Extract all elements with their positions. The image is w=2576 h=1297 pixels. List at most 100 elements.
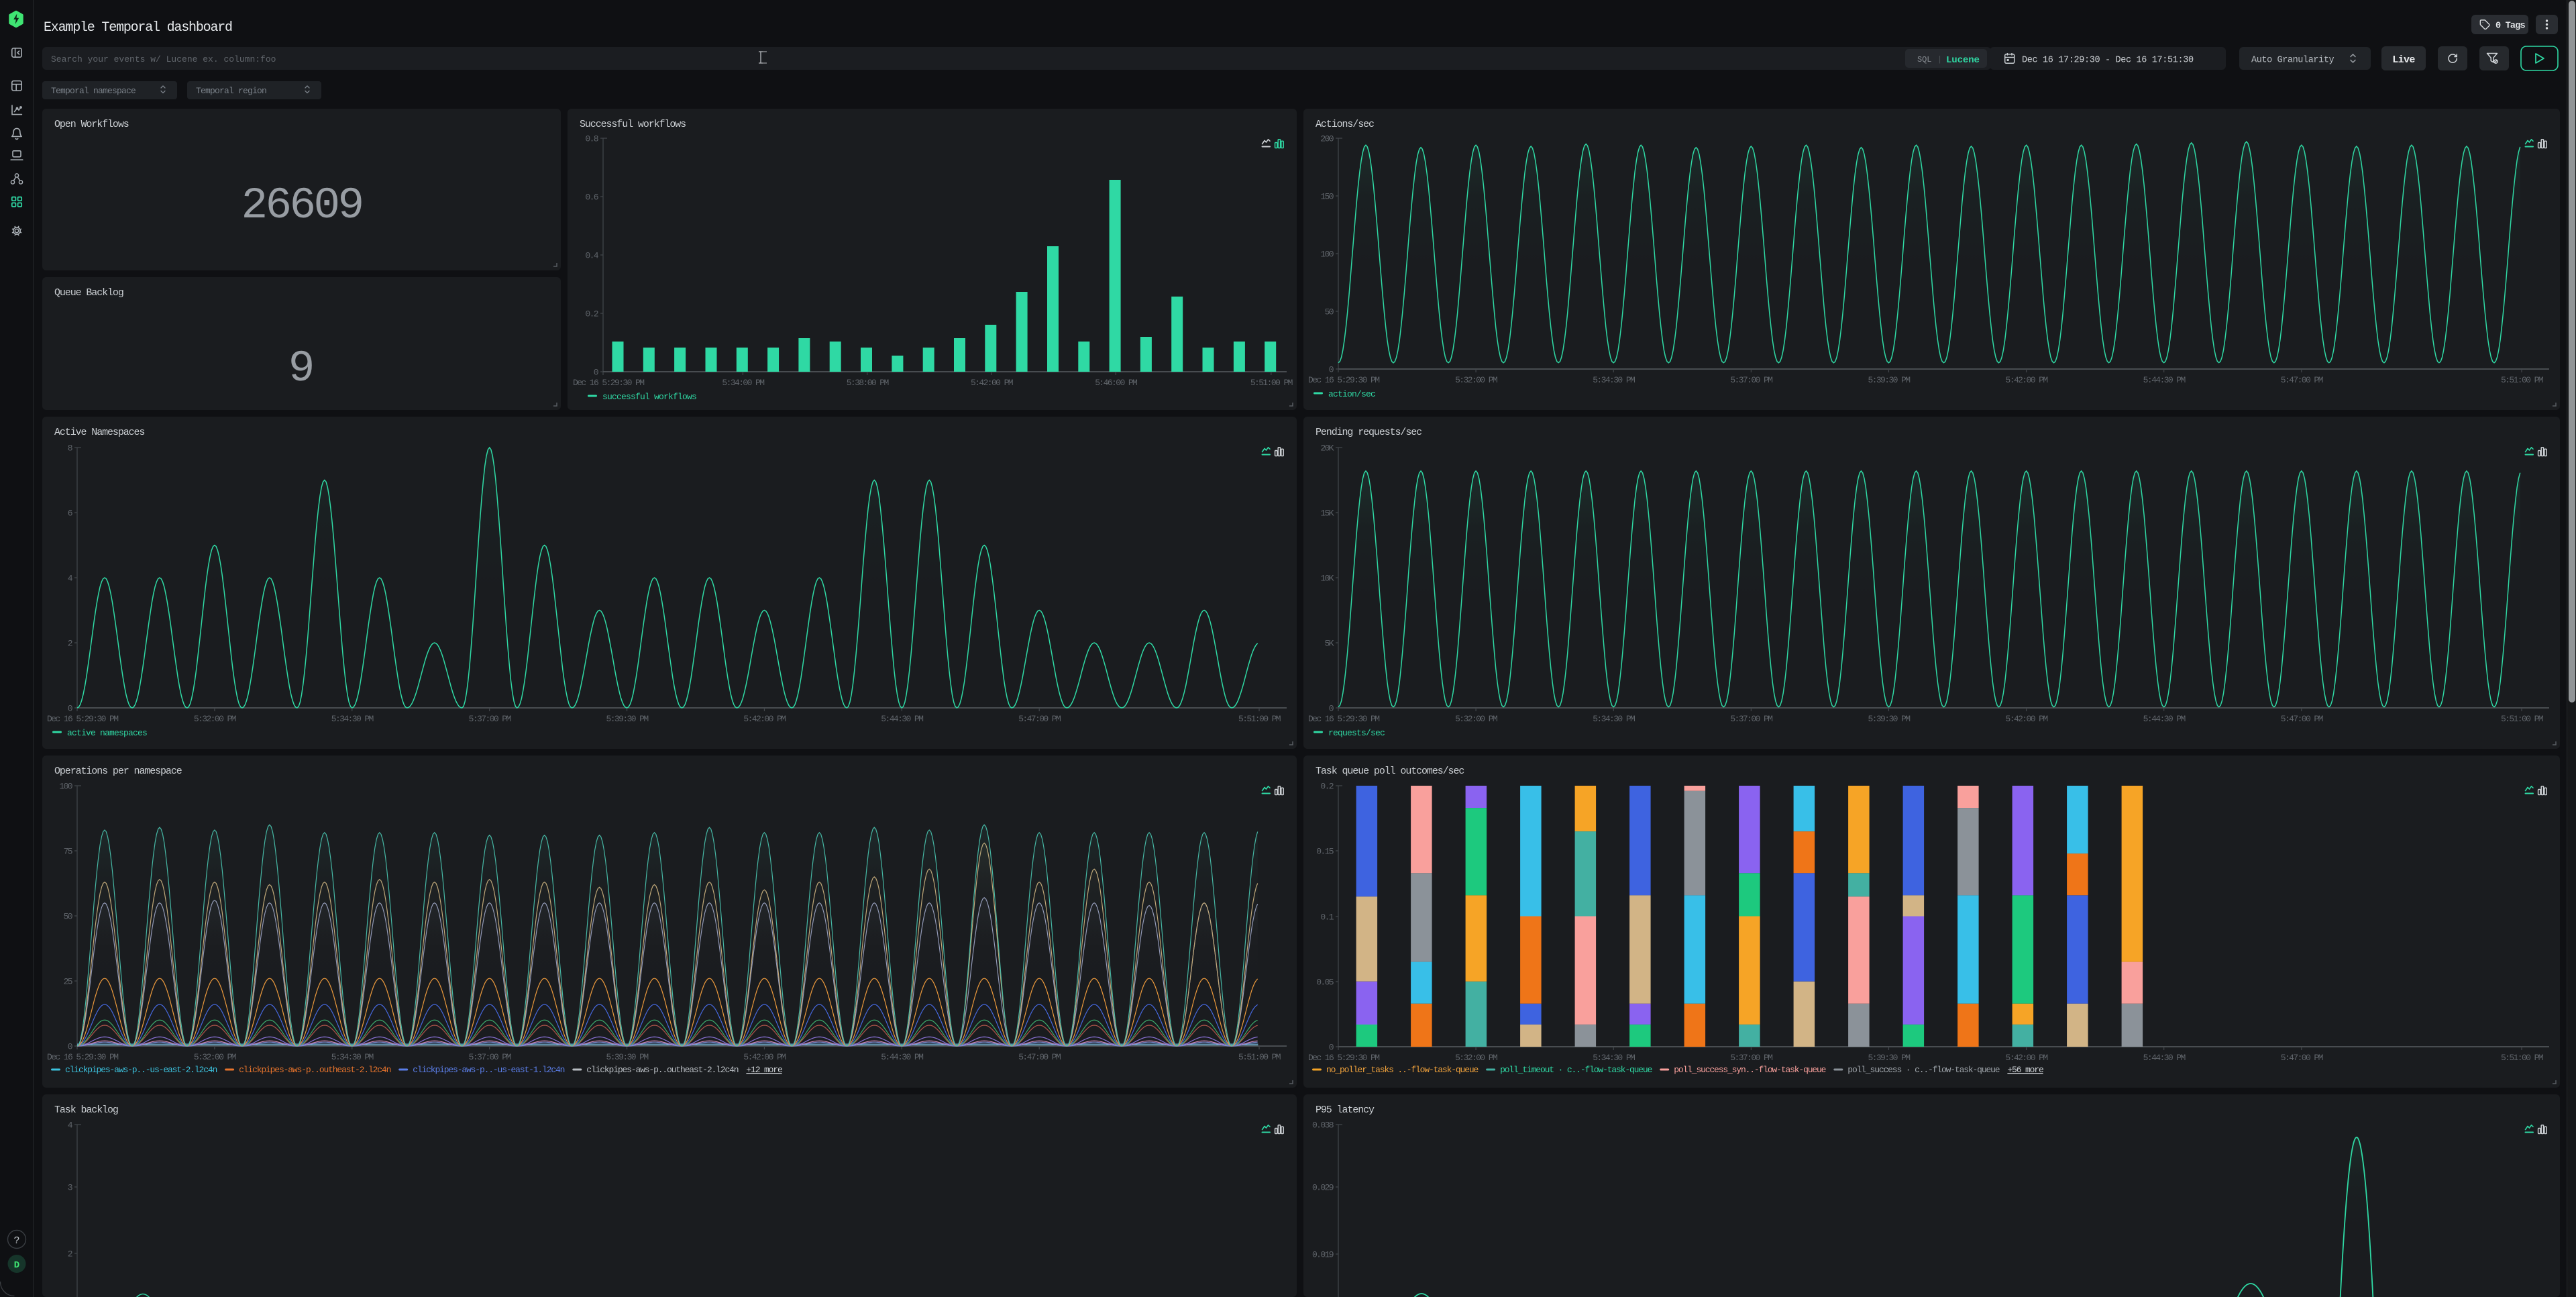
svg-text:clickpipes-aws-p..outheast-2.l: clickpipes-aws-p..outheast-2.l2c4n	[586, 1065, 738, 1075]
svg-text:5:44:30 PM: 5:44:30 PM	[881, 1052, 923, 1062]
svg-text:5K: 5K	[1325, 639, 1334, 649]
svg-text:0.1: 0.1	[1320, 913, 1334, 923]
svg-text:poll_success_syn..-flow-task-q: poll_success_syn..-flow-task-queue	[1674, 1065, 1825, 1075]
svg-text:5:32:00 PM: 5:32:00 PM	[1455, 714, 1497, 724]
svg-text:50: 50	[64, 912, 72, 922]
svg-text:8: 8	[68, 444, 72, 454]
svg-text:Dec 16 17:29:30 - Dec 16 17:51: Dec 16 17:29:30 - Dec 16 17:51:30	[2022, 56, 2194, 66]
svg-text:0.8: 0.8	[585, 134, 598, 144]
svg-text:20K: 20K	[1320, 444, 1334, 454]
svg-text:5:47:00 PM: 5:47:00 PM	[2281, 375, 2323, 385]
svg-text:Queue Backlog: Queue Backlog	[54, 287, 123, 299]
svg-text:5:44:30 PM: 5:44:30 PM	[2143, 714, 2186, 724]
svg-text:0: 0	[1329, 365, 1334, 375]
svg-text:3: 3	[68, 1183, 72, 1193]
svg-text:?: ?	[13, 1235, 19, 1247]
svg-text:5:37:00 PM: 5:37:00 PM	[469, 714, 511, 724]
svg-text:Search your events w/ Lucene e: Search your events w/ Lucene ex. column:…	[51, 54, 276, 64]
svg-text:no_poller_tasks ..-flow-task-q: no_poller_tasks ..-flow-task-queue	[1326, 1065, 1478, 1075]
svg-text:5:42:00 PM: 5:42:00 PM	[2006, 375, 2048, 385]
svg-text:Auto Granularity: Auto Granularity	[2251, 56, 2334, 66]
svg-text:5:37:00 PM: 5:37:00 PM	[469, 1052, 511, 1062]
svg-text:poll_success · c..-flow-task-q: poll_success · c..-flow-task-queue	[1847, 1065, 1999, 1075]
svg-text:0.019: 0.019	[1312, 1250, 1334, 1260]
svg-text:Open Workflows: Open Workflows	[54, 119, 129, 130]
svg-text:+12 more: +12 more	[746, 1065, 782, 1075]
svg-text:200: 200	[1320, 134, 1333, 144]
svg-text:Temporal namespace: Temporal namespace	[51, 86, 136, 96]
svg-text:Dec 16 5:29:30 PM: Dec 16 5:29:30 PM	[1308, 1053, 1379, 1063]
svg-text:5:34:30 PM: 5:34:30 PM	[1593, 1053, 1635, 1063]
svg-text:0.4: 0.4	[585, 251, 598, 261]
svg-text:clickpipes-aws-p..-us-east-2.l: clickpipes-aws-p..-us-east-2.l2c4n	[65, 1065, 217, 1075]
svg-text:0: 0	[1329, 1043, 1334, 1053]
svg-text:P95 latency: P95 latency	[1316, 1104, 1375, 1116]
svg-text:5:44:30 PM: 5:44:30 PM	[881, 714, 923, 724]
svg-text:5:42:00 PM: 5:42:00 PM	[2006, 1053, 2048, 1063]
svg-text:150: 150	[1320, 192, 1333, 202]
svg-text:100: 100	[59, 782, 72, 792]
svg-text:Dec 16 5:29:30 PM: Dec 16 5:29:30 PM	[1308, 714, 1379, 724]
svg-text:+56 more: +56 more	[2007, 1065, 2043, 1075]
svg-text:0.029: 0.029	[1312, 1183, 1334, 1193]
svg-text:Lucene: Lucene	[1946, 55, 1980, 66]
svg-text:5:51:00 PM: 5:51:00 PM	[1238, 714, 1281, 724]
svg-text:5:39:30 PM: 5:39:30 PM	[606, 714, 649, 724]
svg-text:25: 25	[64, 977, 72, 987]
svg-text:Successful workflows: Successful workflows	[580, 119, 686, 130]
svg-text:5:34:30 PM: 5:34:30 PM	[1593, 375, 1635, 385]
svg-text:5:51:00 PM: 5:51:00 PM	[2501, 375, 2543, 385]
svg-text:5:39:30 PM: 5:39:30 PM	[1868, 714, 1910, 724]
svg-text:Pending requests/sec: Pending requests/sec	[1316, 427, 1421, 438]
svg-text:5:51:00 PM: 5:51:00 PM	[2501, 1053, 2543, 1063]
svg-text:5:42:00 PM: 5:42:00 PM	[743, 1052, 786, 1062]
svg-text:SQL: SQL	[1917, 55, 1931, 64]
svg-text:5:44:30 PM: 5:44:30 PM	[2143, 375, 2186, 385]
svg-text:5:32:00 PM: 5:32:00 PM	[1455, 375, 1497, 385]
svg-text:9: 9	[288, 344, 315, 394]
svg-text:0.038: 0.038	[1312, 1121, 1334, 1131]
svg-text:successful workflows: successful workflows	[602, 392, 696, 402]
svg-text:50: 50	[1325, 307, 1334, 317]
svg-text:26609: 26609	[241, 180, 362, 231]
svg-text:5:51:00 PM: 5:51:00 PM	[1250, 378, 1293, 388]
svg-text:5:47:00 PM: 5:47:00 PM	[2281, 1053, 2323, 1063]
svg-text:2: 2	[68, 639, 72, 649]
svg-text:5:32:00 PM: 5:32:00 PM	[1455, 1053, 1497, 1063]
svg-text:Dec 16 5:29:30 PM: Dec 16 5:29:30 PM	[1308, 375, 1379, 385]
svg-text:5:34:00 PM: 5:34:00 PM	[722, 378, 764, 388]
svg-text:5:34:30 PM: 5:34:30 PM	[331, 1052, 374, 1062]
svg-text:5:47:00 PM: 5:47:00 PM	[2281, 714, 2323, 724]
svg-text:0.2: 0.2	[1320, 782, 1333, 792]
svg-text:5:39:30 PM: 5:39:30 PM	[606, 1052, 649, 1062]
svg-text:Operations per namespace: Operations per namespace	[54, 766, 182, 777]
svg-text:5:39:30 PM: 5:39:30 PM	[1868, 375, 1910, 385]
svg-text:5:39:30 PM: 5:39:30 PM	[1868, 1053, 1910, 1063]
svg-text:poll_timeout · c..-flow-task-q: poll_timeout · c..-flow-task-queue	[1500, 1065, 1652, 1075]
svg-text:0.2: 0.2	[585, 309, 598, 319]
svg-text:0: 0	[68, 704, 72, 714]
svg-text:0: 0	[1329, 704, 1334, 714]
svg-text:5:32:00 PM: 5:32:00 PM	[194, 714, 236, 724]
svg-text:0 Tags: 0 Tags	[2496, 21, 2526, 32]
svg-text:5:46:00 PM: 5:46:00 PM	[1095, 378, 1137, 388]
svg-text:5:51:00 PM: 5:51:00 PM	[2501, 714, 2543, 724]
svg-text:Dec 16 5:29:30 PM: Dec 16 5:29:30 PM	[573, 378, 644, 388]
svg-text:5:37:00 PM: 5:37:00 PM	[1730, 714, 1772, 724]
svg-text:4: 4	[68, 1121, 73, 1131]
svg-text:6: 6	[68, 509, 72, 519]
svg-text:Temporal region: Temporal region	[196, 86, 266, 96]
svg-text:Task backlog: Task backlog	[54, 1104, 118, 1116]
svg-text:0.6: 0.6	[585, 193, 598, 203]
svg-text:clickpipes-aws-p..outheast-2.l: clickpipes-aws-p..outheast-2.l2c4n	[239, 1065, 390, 1075]
svg-text:5:34:30 PM: 5:34:30 PM	[1593, 714, 1635, 724]
svg-text:15K: 15K	[1320, 509, 1334, 519]
svg-text:5:42:00 PM: 5:42:00 PM	[743, 714, 786, 724]
svg-text:Task queue poll outcomes/sec: Task queue poll outcomes/sec	[1316, 766, 1464, 777]
svg-text:0: 0	[594, 368, 598, 378]
svg-text:5:44:30 PM: 5:44:30 PM	[2143, 1053, 2186, 1063]
svg-text:0.15: 0.15	[1316, 847, 1334, 857]
svg-text:5:42:00 PM: 5:42:00 PM	[2006, 714, 2048, 724]
svg-text:active namespaces: active namespaces	[67, 728, 147, 738]
svg-text:Live: Live	[2392, 54, 2415, 66]
